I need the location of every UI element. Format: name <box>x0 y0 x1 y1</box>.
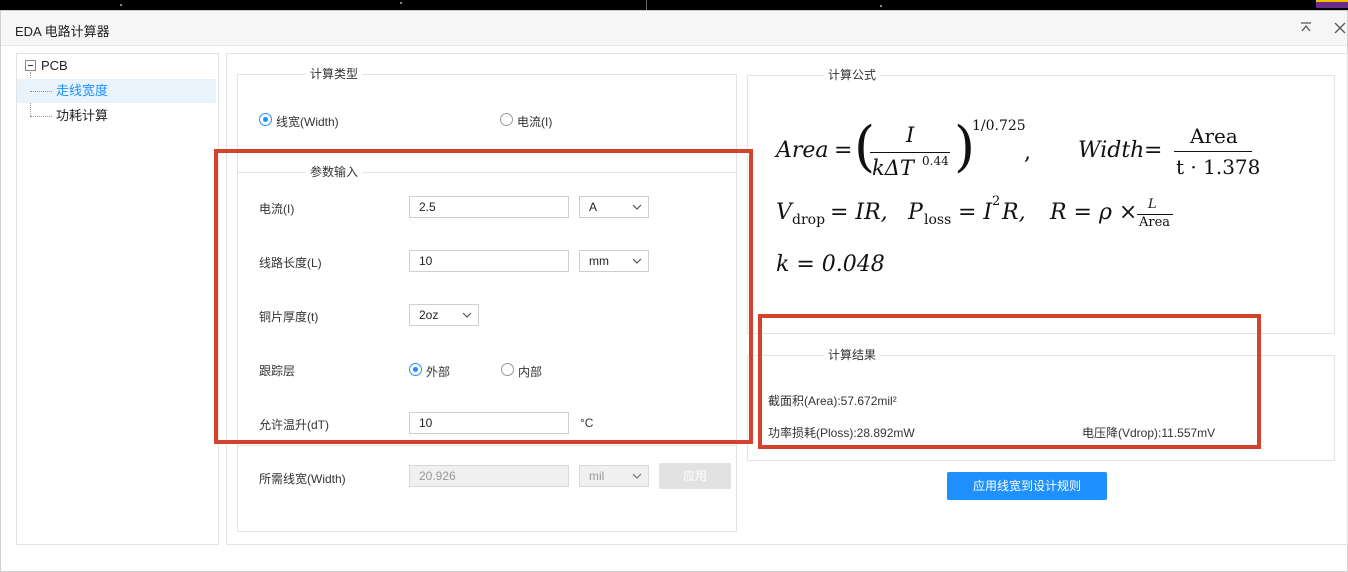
width-denominator: t · 1.378 <box>1176 155 1261 179</box>
close-icon <box>1334 22 1346 34</box>
area-fraction-bar <box>870 152 950 153</box>
calculator-window: EDA 电路计算器 PCB 走线宽度 功耗计算 计算类型 线宽(Width) 电… <box>0 10 1348 572</box>
length-unit-select[interactable]: mm <box>579 250 649 272</box>
tree-expander-icon[interactable] <box>25 60 36 71</box>
calc-type-group: 计算类型 线宽(Width) 电流(I) 参数输入 电流(I) 2.5 A 线路… <box>237 67 737 532</box>
radio-layer-internal-label: 内部 <box>518 365 543 379</box>
radio-current-label: 电流(I) <box>517 115 553 129</box>
current-unit-select[interactable]: A <box>579 196 649 218</box>
radio-layer-external[interactable] <box>409 363 422 376</box>
required-width-label: 所需线宽(Width) <box>259 472 346 486</box>
layer-label: 跟踪层 <box>259 364 296 378</box>
chevron-down-icon <box>632 204 642 210</box>
ploss-symbol: P <box>908 200 923 225</box>
area-denominator-exp: 0.44 <box>922 154 949 168</box>
radio-width[interactable] <box>259 113 272 126</box>
collapse-button[interactable] <box>1294 17 1318 39</box>
width-fraction-bar <box>1174 151 1252 152</box>
ploss-exponent: 2 <box>992 194 1001 209</box>
formula-legend: 计算公式 <box>824 68 881 82</box>
collapse-icon <box>1301 22 1311 32</box>
tree-item-label: 功耗计算 <box>56 108 109 123</box>
vdrop-rhs: = IR, <box>830 200 888 225</box>
current-label: 电流(I) <box>259 202 295 216</box>
background-divider <box>646 0 647 10</box>
radio-current[interactable] <box>500 113 513 126</box>
width-unit-select[interactable]: mil <box>579 465 649 487</box>
formula-comma: , <box>1024 140 1031 165</box>
resistance-numerator: L <box>1148 197 1157 212</box>
length-unit-value: mm <box>589 254 609 268</box>
temp-rise-input[interactable]: 10 <box>409 412 569 434</box>
required-width-output: 20.926 <box>409 465 569 487</box>
tree-connector <box>30 116 52 117</box>
nav-tree: PCB 走线宽度 功耗计算 <box>16 53 219 545</box>
background-dot <box>880 5 882 7</box>
tree-root-pcb[interactable]: PCB <box>41 54 68 78</box>
width-unit-value: mil <box>589 469 605 483</box>
current-unit-value: A <box>589 200 598 214</box>
chevron-down-icon <box>632 258 642 264</box>
background-accent <box>1316 0 1348 8</box>
results-legend: 计算结果 <box>824 348 881 362</box>
thickness-value: 2oz <box>419 308 439 322</box>
apply-to-design-rules-button[interactable]: 应用线宽到设计规则 <box>947 472 1107 500</box>
area-numerator: I <box>906 123 915 147</box>
main-panel: 计算类型 线宽(Width) 电流(I) 参数输入 电流(I) 2.5 A 线路… <box>226 53 1348 545</box>
formula-equals: = <box>834 138 853 163</box>
k-constant: k = 0.048 <box>776 252 885 277</box>
chevron-down-icon <box>462 312 472 318</box>
results-group: 计算结果 截面积(Area):57.672mil² 功率损耗(Ploss):28… <box>747 348 1335 461</box>
window-title: EDA 电路计算器 <box>15 24 110 39</box>
width-lhs: Width <box>1078 138 1145 163</box>
background-dot <box>120 4 122 6</box>
params-legend: 参数输入 <box>306 165 363 179</box>
ploss-subscript: loss <box>924 212 952 228</box>
background-dot <box>400 2 402 4</box>
formula-group: 计算公式 Area = ( I kΔT 0.44 ) 1/0.725 , Wid… <box>747 68 1335 334</box>
temp-rise-unit: °C <box>580 416 594 430</box>
length-label: 线路长度(L) <box>259 256 322 270</box>
ploss-rhs-r: R, <box>1002 200 1026 225</box>
params-group: 参数输入 电流(I) 2.5 A 线路长度(L) 10 mm 铜片厚度(t) 2… <box>238 165 736 446</box>
tree-connector <box>30 91 52 92</box>
calc-type-legend: 计算类型 <box>306 67 363 81</box>
result-area: 截面积(Area):57.672mil² <box>768 394 897 408</box>
width-numerator: Area <box>1190 124 1238 148</box>
result-vdrop: 电压降(Vdrop):11.557mV <box>1082 426 1216 440</box>
tree-item-label: 走线宽度 <box>56 83 109 98</box>
tree-item-trace-width[interactable]: 走线宽度 <box>17 79 216 103</box>
chevron-down-icon <box>632 473 642 479</box>
resistance-denominator: Area <box>1139 215 1171 230</box>
result-ploss: 功率损耗(Ploss):28.892mW <box>768 426 915 440</box>
radio-width-label: 线宽(Width) <box>276 115 339 129</box>
ploss-rhs: = I <box>958 200 993 225</box>
radio-layer-internal[interactable] <box>501 363 514 376</box>
area-lhs: Area <box>776 138 829 163</box>
formula-equals: = <box>1144 138 1163 163</box>
vdrop-symbol: V <box>776 200 792 225</box>
title-bar: EDA 电路计算器 <box>1 11 1347 46</box>
tree-item-power-calc[interactable]: 功耗计算 <box>17 104 216 128</box>
resistance-expr: R = ρ × <box>1050 200 1138 225</box>
close-button[interactable] <box>1328 17 1348 39</box>
thickness-select[interactable]: 2oz <box>409 304 479 326</box>
radio-layer-external-label: 外部 <box>426 365 451 379</box>
length-input[interactable]: 10 <box>409 250 569 272</box>
area-denominator: kΔT <box>872 156 914 180</box>
apply-width-button[interactable]: 应用 <box>659 463 731 489</box>
thickness-label: 铜片厚度(t) <box>259 310 319 324</box>
vdrop-subscript: drop <box>792 212 826 228</box>
temp-rise-label: 允许温升(dT) <box>259 418 329 432</box>
area-exponent: 1/0.725 <box>972 118 1026 134</box>
current-input[interactable]: 2.5 <box>409 196 569 218</box>
